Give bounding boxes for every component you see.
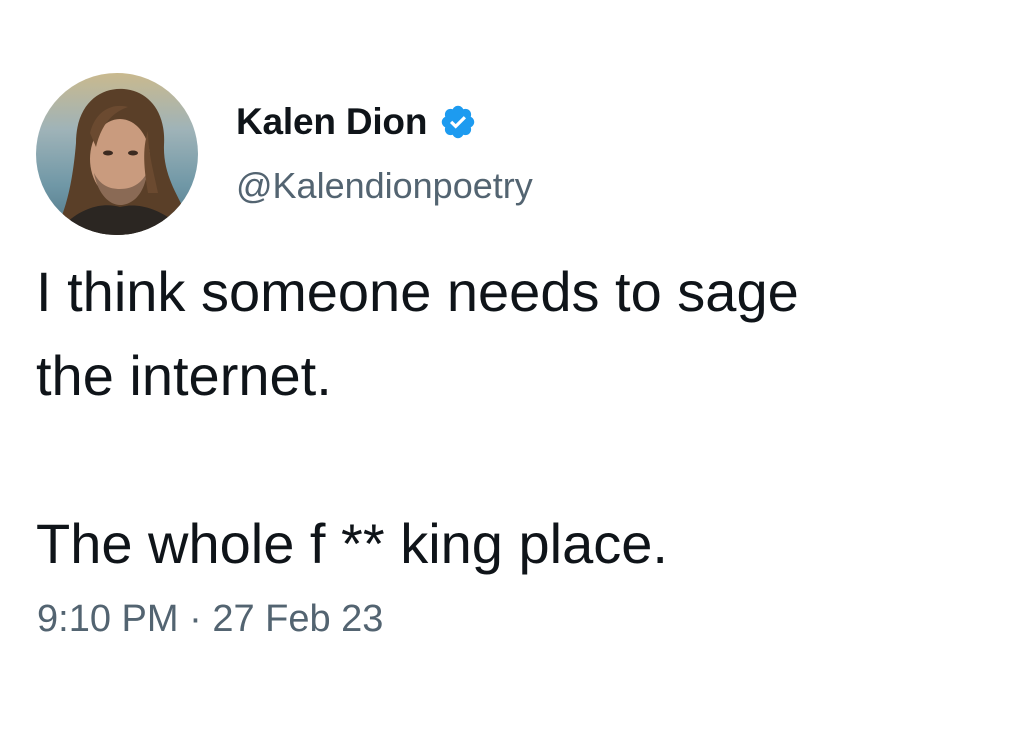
tweet-date[interactable]: 27 Feb 23 <box>212 598 383 640</box>
timestamp-separator: · <box>178 598 213 640</box>
author-avatar[interactable] <box>36 73 198 235</box>
verified-badge-icon <box>439 103 477 141</box>
author-handle[interactable]: @Kalendionpoetry <box>236 165 533 207</box>
tweet-text: I think someone needs to sage the intern… <box>36 250 996 586</box>
tweet-card: Kalen Dion @Kalendionpoetry I think some… <box>0 0 1021 743</box>
author-name-row: Kalen Dion <box>236 100 477 144</box>
author-display-name[interactable]: Kalen Dion <box>236 101 427 143</box>
tweet-line: I think someone needs to sage <box>36 260 799 323</box>
tweet-line: the internet. <box>36 344 332 407</box>
tweet-timestamp: 9:10 PM · 27 Feb 23 <box>37 598 383 641</box>
tweet-time[interactable]: 9:10 PM <box>37 598 179 640</box>
tweet-line: The whole f ** king place. <box>36 512 668 575</box>
